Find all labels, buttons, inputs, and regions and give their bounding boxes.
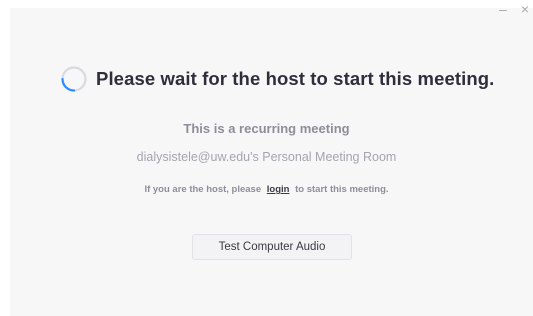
- headline-row: Please wait for the host to start this m…: [60, 65, 494, 93]
- window-controls: – ×: [499, 2, 529, 16]
- host-login-prompt: If you are the host, please login to sta…: [0, 184, 533, 195]
- login-link[interactable]: login: [264, 184, 293, 195]
- spinner-arc: [61, 77, 76, 92]
- recurring-meeting-note: This is a recurring meeting: [183, 121, 350, 136]
- waiting-headline: Please wait for the host to start this m…: [96, 68, 495, 89]
- minimize-button[interactable]: –: [499, 2, 507, 16]
- host-prompt-after: to start this meeting.: [295, 184, 389, 195]
- zoom-waiting-window: – × Please wait for the host to start th…: [0, 0, 533, 316]
- host-prompt-before: If you are the host, please: [144, 184, 262, 195]
- loading-spinner-icon: [61, 66, 87, 92]
- meeting-room-name: dialysistele@uw.edu's Personal Meeting R…: [136, 150, 397, 164]
- test-computer-audio-button[interactable]: Test Computer Audio: [192, 234, 352, 260]
- close-button[interactable]: ×: [521, 2, 529, 16]
